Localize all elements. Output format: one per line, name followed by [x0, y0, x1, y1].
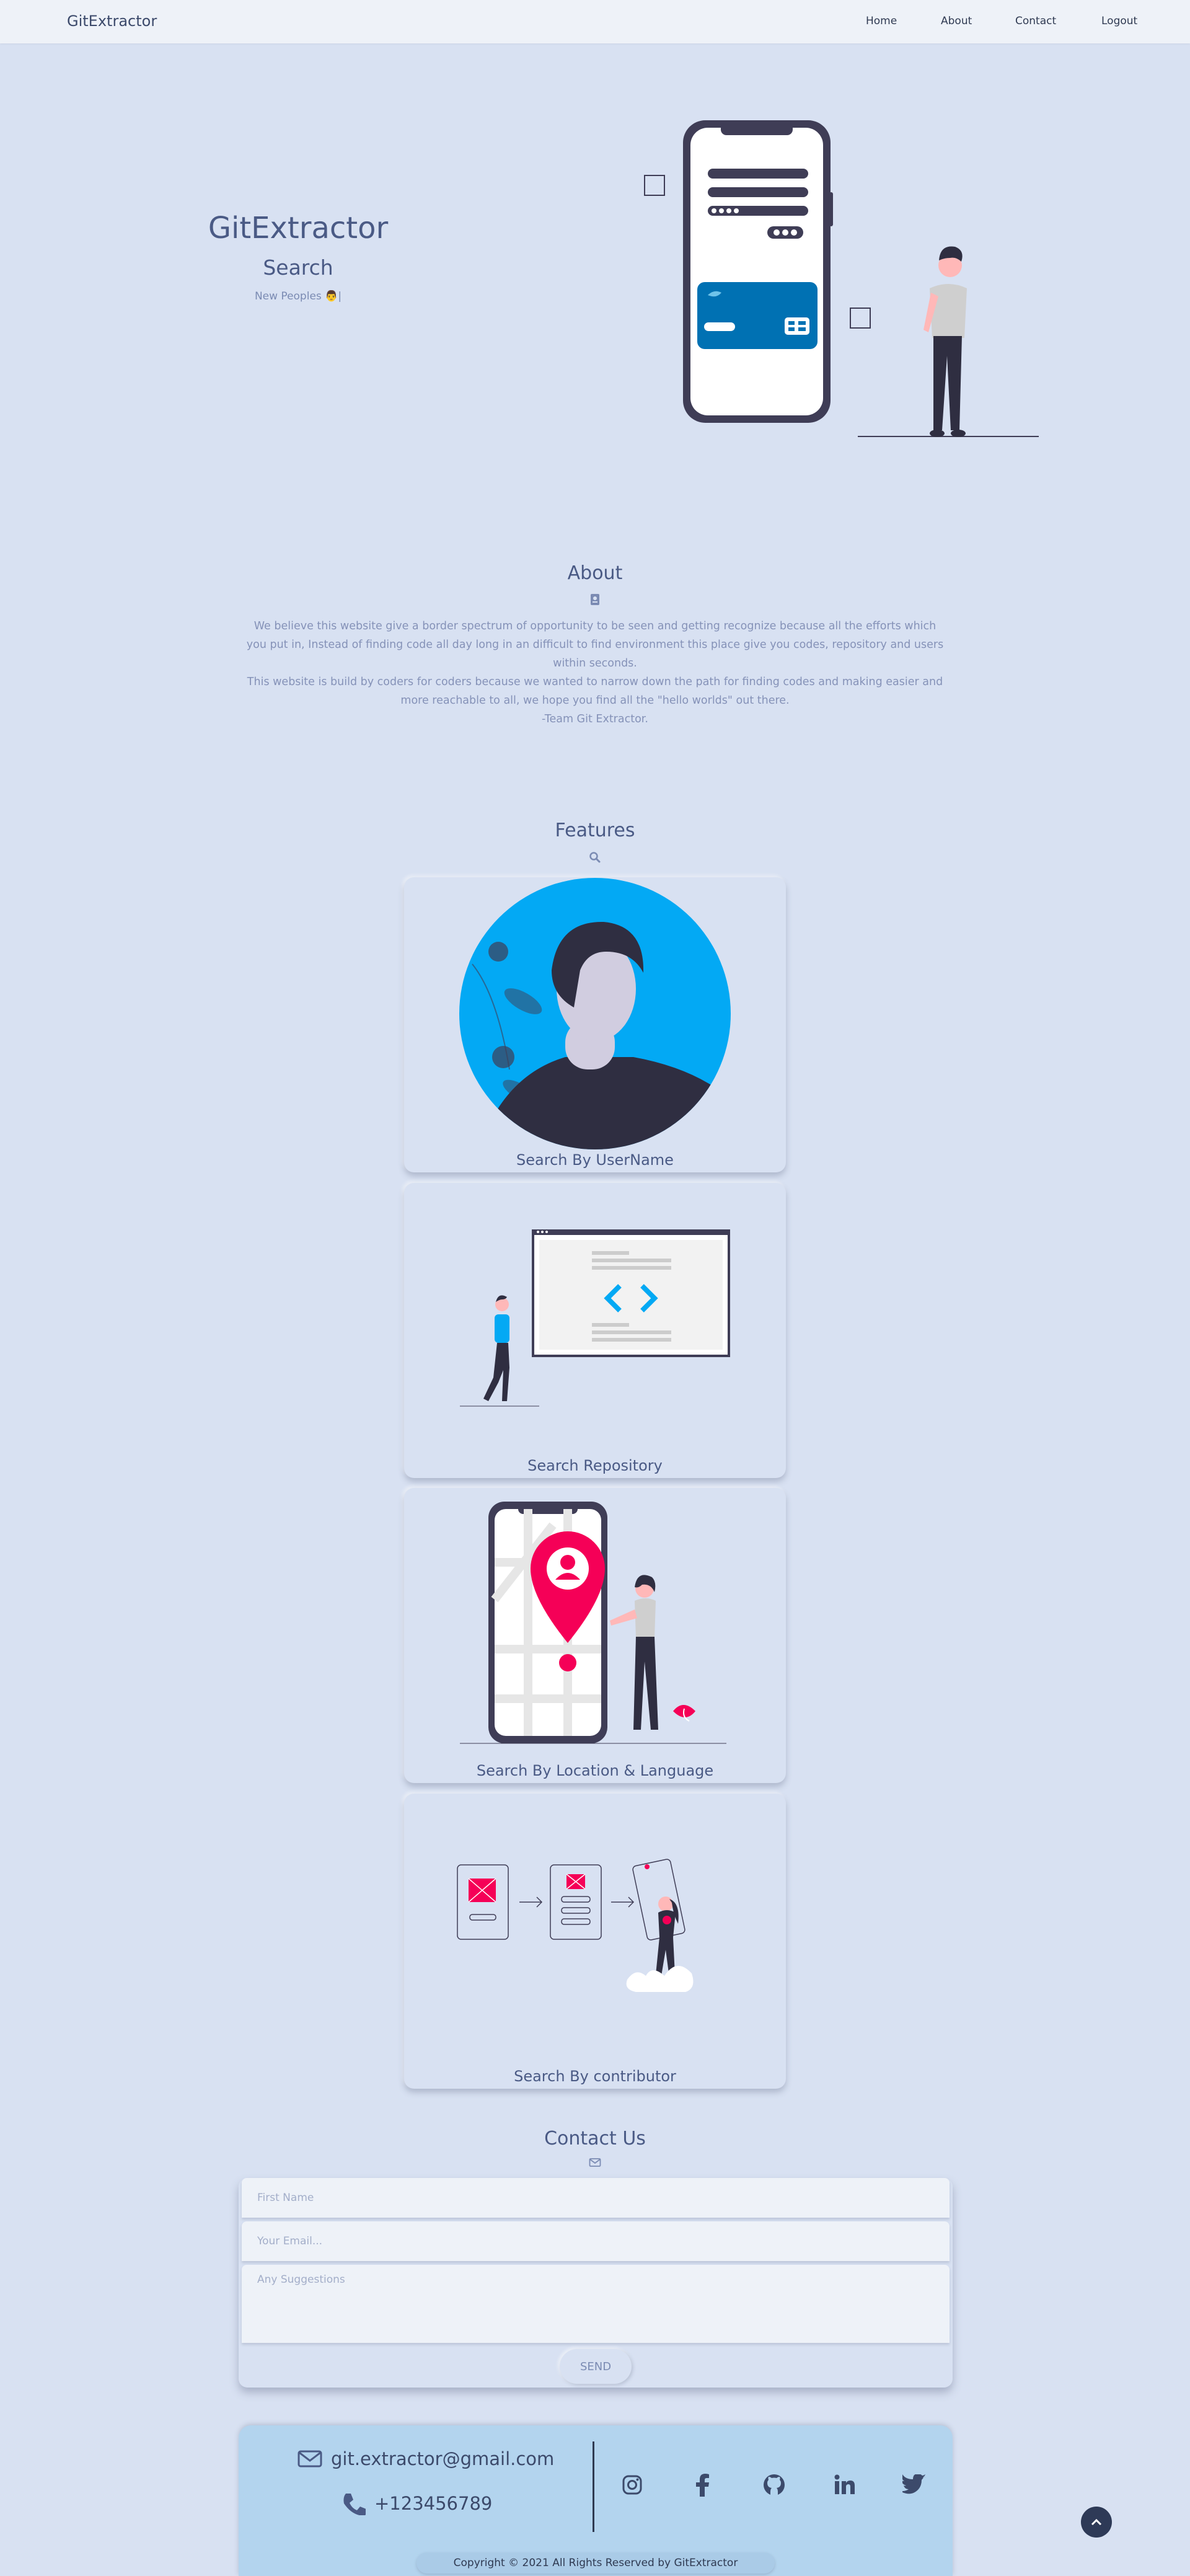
- features-title: Features: [555, 820, 635, 841]
- footer-divider: [593, 2441, 594, 2532]
- phone-icon: [343, 2494, 366, 2515]
- search-icon: [0, 851, 1190, 867]
- scroll-to-top-button[interactable]: [1081, 2507, 1112, 2538]
- hero-phone-illustration: [644, 120, 1039, 437]
- navbar: GitExtractor Home About Contact Logout: [0, 0, 1190, 43]
- brand-logo[interactable]: GitExtractor: [67, 12, 157, 30]
- about-text: We believe this website give a border sp…: [245, 617, 945, 728]
- about-title: About: [567, 562, 623, 584]
- contact-title: Contact Us: [544, 2128, 646, 2149]
- map-pin-illustration: [460, 1502, 726, 1744]
- feature-label: Search By Location & Language: [476, 1762, 714, 1779]
- feature-label: Search By UserName: [516, 1151, 674, 1169]
- first-name-input[interactable]: [242, 2178, 950, 2218]
- hero-title: GitExtractor: [208, 211, 389, 246]
- feature-label: Search By contributor: [514, 2068, 676, 2085]
- linkedin-icon[interactable]: [831, 2471, 858, 2499]
- contributor-illustration: [457, 1859, 694, 1992]
- contact-form: SEND: [239, 2178, 953, 2388]
- facebook-icon[interactable]: [689, 2471, 716, 2499]
- footer-phone-text: +123456789: [374, 2493, 493, 2514]
- footer-phone[interactable]: +123456789: [341, 2492, 492, 2515]
- nav-home[interactable]: Home: [866, 15, 897, 27]
- email-input[interactable]: [242, 2221, 950, 2261]
- envelope-icon: [0, 2158, 1190, 2171]
- footer: git.extractor@gmail.com +123456789 Copyr…: [239, 2425, 953, 2576]
- footer-email[interactable]: git.extractor@gmail.com: [298, 2448, 554, 2469]
- avatar-illustration: [459, 878, 731, 1149]
- code-window-illustration: [460, 1229, 730, 1407]
- feature-card-location[interactable]: Search By Location & Language: [404, 1488, 786, 1783]
- nav-contact[interactable]: Contact: [1015, 15, 1056, 27]
- id-badge-icon: [0, 593, 1190, 609]
- hero-subtitle: Search: [263, 255, 333, 280]
- nav-logout[interactable]: Logout: [1101, 15, 1137, 27]
- chevron-up-icon: [1091, 2518, 1102, 2526]
- hero-typed-text: New Peoples 👨|: [254, 290, 342, 303]
- nav-about[interactable]: About: [941, 15, 972, 27]
- feature-card-contributor[interactable]: Search By contributor: [404, 1794, 786, 2089]
- about-paragraph-2: This website is build by coders for code…: [247, 676, 943, 707]
- envelope-icon: [298, 2450, 322, 2468]
- feature-card-username[interactable]: Search By UserName: [404, 877, 786, 1172]
- copyright-text: Copyright © 2021 All Rights Reserved by …: [416, 2552, 775, 2574]
- footer-email-text: git.extractor@gmail.com: [331, 2448, 555, 2469]
- feature-card-repository[interactable]: Search Repository: [404, 1183, 786, 1478]
- send-button[interactable]: SEND: [560, 2349, 632, 2384]
- github-icon[interactable]: [760, 2471, 788, 2499]
- instagram-icon[interactable]: [619, 2471, 646, 2499]
- twitter-icon[interactable]: [901, 2471, 928, 2499]
- feature-label: Search Repository: [527, 1457, 663, 1474]
- about-signature: -Team Git Extractor.: [542, 713, 648, 725]
- about-paragraph-1: We believe this website give a border sp…: [246, 620, 944, 670]
- suggestions-textarea[interactable]: [242, 2265, 950, 2343]
